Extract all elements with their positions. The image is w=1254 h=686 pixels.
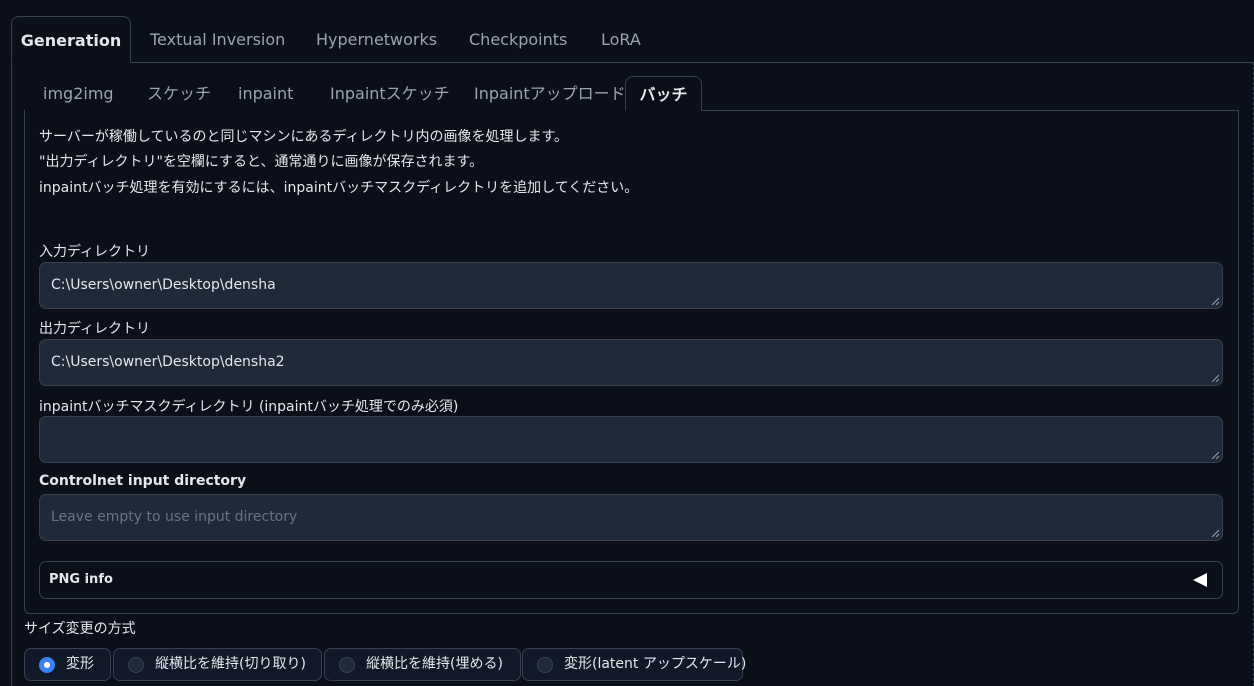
batch-description-1: サーバーが稼働しているのと同じマシンにあるディレクトリ内の画像を処理します。: [39, 129, 569, 145]
resize-option-stretch[interactable]: 変形: [24, 648, 111, 681]
resize-option-crop[interactable]: 縦横比を維持(切り取り): [113, 648, 322, 681]
subtab-inpaint[interactable]: inpaint: [238, 76, 293, 111]
subtab-inpaint-upload[interactable]: Inpaintアップロード: [474, 76, 626, 111]
resize-grip-icon[interactable]: [1211, 374, 1219, 382]
resize-option-latent-upscale[interactable]: 変形(latent アップスケール): [522, 648, 747, 681]
batch-description-3: inpaintバッチ処理を有効にするには、inpaintバッチマスクディレクトリ…: [39, 180, 639, 196]
tab-checkpoints[interactable]: Checkpoints: [469, 16, 567, 63]
output-dir-value: C:\Users\owner\Desktop\densha2: [51, 354, 285, 370]
resize-grip-icon[interactable]: [1211, 297, 1219, 305]
radio-icon: [537, 657, 553, 673]
controlnet-dir-placeholder: Leave empty to use input directory: [51, 509, 298, 525]
resize-mode-label: サイズ変更の方式: [24, 621, 136, 637]
output-dir-label: 出力ディレクトリ: [39, 321, 151, 337]
input-dir-value: C:\Users\owner\Desktop\densha: [51, 277, 276, 293]
resize-option-label: 縦横比を維持(切り取り): [155, 656, 306, 672]
tab-generation[interactable]: Generation: [11, 16, 131, 63]
resize-option-label: 変形: [66, 656, 94, 672]
controlnet-dir-label: Controlnet input directory: [39, 473, 247, 489]
png-info-label: PNG info: [49, 572, 113, 587]
collapse-triangle-icon[interactable]: [1193, 573, 1207, 587]
batch-description-2: "出力ディレクトリ"を空欄にすると、通常通りに画像が保存されます。: [39, 154, 484, 170]
controlnet-dir-field[interactable]: Leave empty to use input directory: [39, 494, 1223, 541]
radio-icon: [128, 657, 144, 673]
resize-grip-icon[interactable]: [1211, 451, 1219, 459]
top-tab-bar: Generation Textual Inversion Hypernetwor…: [0, 0, 1254, 63]
resize-option-fill[interactable]: 縦横比を維持(埋める): [324, 648, 521, 681]
tab-textual-inversion[interactable]: Textual Inversion: [150, 16, 285, 63]
subtab-batch[interactable]: バッチ: [625, 76, 702, 111]
mask-dir-label: inpaintバッチマスクディレクトリ (inpaintバッチ処理でのみ必須): [39, 399, 459, 415]
subtab-inpaint-sketch[interactable]: Inpaintスケッチ: [330, 76, 450, 111]
subtab-sketch[interactable]: スケッチ: [147, 76, 211, 111]
output-dir-field[interactable]: C:\Users\owner\Desktop\densha2: [39, 339, 1223, 386]
resize-option-label: 縦横比を維持(埋める): [366, 656, 503, 672]
radio-selected-icon: [39, 657, 55, 673]
mask-dir-field[interactable]: [39, 416, 1223, 463]
input-dir-field[interactable]: C:\Users\owner\Desktop\densha: [39, 262, 1223, 309]
radio-icon: [339, 657, 355, 673]
resize-grip-icon[interactable]: [1211, 529, 1219, 537]
tab-hypernetworks[interactable]: Hypernetworks: [316, 16, 437, 63]
resize-option-label: 変形(latent アップスケール): [564, 656, 747, 672]
subtab-img2img[interactable]: img2img: [43, 76, 114, 111]
input-dir-label: 入力ディレクトリ: [39, 244, 151, 260]
tab-lora[interactable]: LoRA: [601, 16, 641, 63]
png-info-accordion[interactable]: PNG info: [39, 561, 1223, 599]
